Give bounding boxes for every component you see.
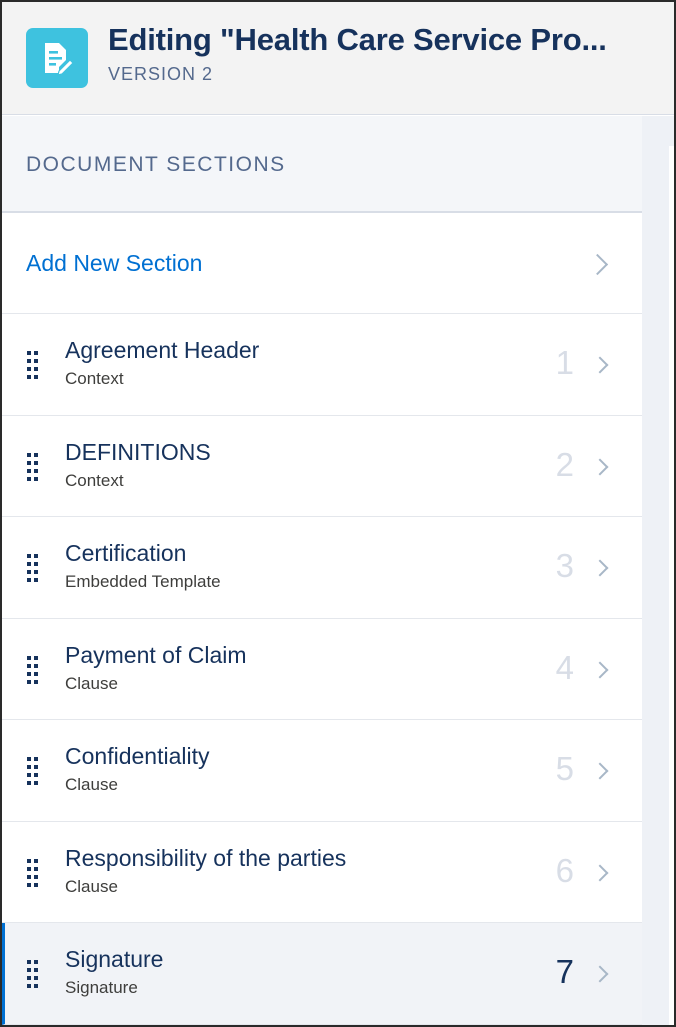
drag-handle-icon[interactable] xyxy=(27,655,41,686)
section-title: Payment of Claim xyxy=(65,641,247,668)
section-title: Confidentiality xyxy=(65,743,210,769)
section-type: Signature xyxy=(65,978,138,997)
document-edit-icon xyxy=(26,28,88,88)
drag-handle-icon[interactable] xyxy=(27,858,41,889)
chevron-right-icon xyxy=(591,661,609,678)
add-new-section-button[interactable]: Add New Section xyxy=(2,213,642,314)
section-row[interactable]: Payment of Claim Clause 4 xyxy=(2,618,642,720)
chevron-right-icon xyxy=(591,965,609,983)
section-number: 5 xyxy=(555,750,574,787)
add-new-section-label: Add New Section xyxy=(26,250,203,276)
section-type: Context xyxy=(65,470,124,490)
section-title: Agreement Header xyxy=(65,337,260,363)
section-type: Context xyxy=(65,369,124,388)
section-type: Clause xyxy=(65,876,118,896)
section-row[interactable]: Agreement Header Context 1 xyxy=(2,314,642,416)
document-sections-panel: DOCUMENT SECTIONS Add New Section Agreem… xyxy=(2,116,642,1025)
section-number: 2 xyxy=(555,445,574,483)
drag-handle-icon[interactable] xyxy=(27,757,41,787)
document-canvas-edge xyxy=(642,116,674,1025)
section-heading-label: DOCUMENT SECTIONS xyxy=(26,153,286,176)
section-list: Agreement Header Context 1 DEFINITIONS Conte… xyxy=(2,314,642,1025)
section-title: Responsibility of the parties xyxy=(65,844,347,871)
section-row[interactable]: Responsibility of the parties Clause 6 xyxy=(2,821,642,923)
chevron-right-icon xyxy=(591,559,609,577)
drag-handle-icon[interactable] xyxy=(27,554,41,584)
section-number: 3 xyxy=(555,547,574,584)
section-title: Signature xyxy=(65,946,164,972)
section-number: 6 xyxy=(555,851,574,889)
page-header: Editing "Health Care Service Pro... VERS… xyxy=(2,2,674,115)
section-type: Clause xyxy=(65,673,118,693)
editor-frame: Editing "Health Care Service Pro... VERS… xyxy=(0,0,676,1027)
chevron-right-icon xyxy=(591,864,609,881)
section-number: 7 xyxy=(555,953,574,990)
version-label: VERSION 2 xyxy=(108,64,214,84)
section-number: 4 xyxy=(555,648,574,686)
section-row[interactable]: Signature Signature 7 xyxy=(2,923,642,1025)
page-title: Editing "Health Care Service Pro... xyxy=(108,22,607,57)
drag-handle-icon[interactable] xyxy=(27,960,41,990)
section-row[interactable]: Certification Embedded Template 3 xyxy=(2,517,642,619)
section-type: Clause xyxy=(65,775,118,794)
document-page-edge xyxy=(669,146,674,1025)
section-type: Embedded Template xyxy=(65,572,221,591)
chevron-right-icon xyxy=(586,253,609,276)
section-title: Certification xyxy=(65,540,187,566)
drag-handle-icon[interactable] xyxy=(27,351,41,381)
drag-handle-icon[interactable] xyxy=(27,452,41,483)
chevron-right-icon xyxy=(591,356,609,374)
section-title: DEFINITIONS xyxy=(65,438,211,465)
section-heading: DOCUMENT SECTIONS xyxy=(2,116,642,213)
section-row[interactable]: Confidentiality Clause 5 xyxy=(2,720,642,822)
section-number: 1 xyxy=(555,344,574,381)
chevron-right-icon xyxy=(591,458,609,475)
chevron-right-icon xyxy=(591,762,609,780)
section-row[interactable]: DEFINITIONS Context 2 xyxy=(2,415,642,517)
